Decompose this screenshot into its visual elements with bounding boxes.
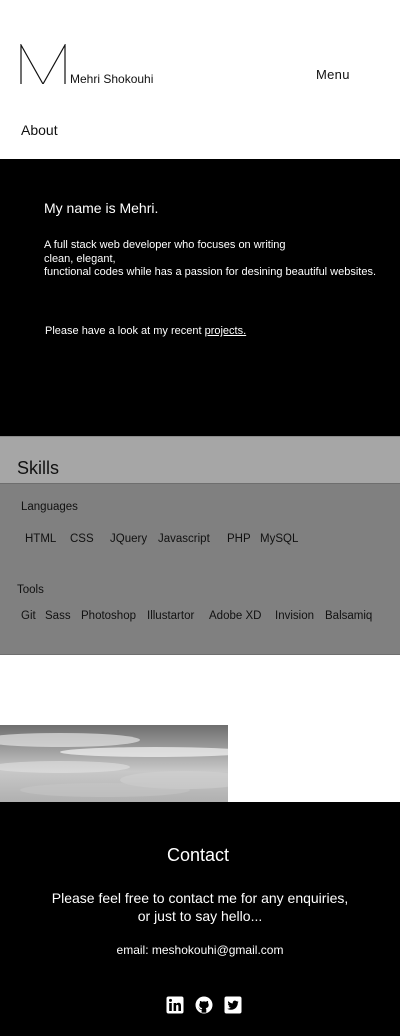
nav-about-link[interactable]: About: [21, 122, 58, 138]
skill-item: HTML: [25, 533, 57, 545]
languages-label: Languages: [21, 501, 78, 513]
intro-greeting: My name is Mehri.: [44, 200, 159, 216]
intro-description-line: A full stack web developer who focuses o…: [44, 239, 286, 251]
contact-message-line: Please feel free to contact me for any e…: [51, 890, 349, 906]
cloud-banner-image: [0, 725, 228, 802]
tool-item: Sass: [45, 610, 71, 622]
tool-item: Photoshop: [81, 610, 136, 622]
intro-cta-text: Please have a look at my recent: [45, 325, 205, 337]
skill-item: CSS: [70, 533, 94, 545]
skill-item: JQuery: [110, 533, 148, 545]
contact-email[interactable]: email: meshokouhi@gmail.com: [0, 943, 400, 957]
twitter-icon[interactable]: [224, 996, 242, 1014]
skill-item: Javascript: [158, 533, 210, 545]
tool-item: Invision: [275, 610, 314, 622]
contact-title: Contact: [166, 845, 230, 865]
skills-body: Languages HTML CSS JQuery Javascript PHP…: [0, 483, 400, 655]
tools-label: Tools: [17, 584, 44, 596]
linkedin-icon[interactable]: [166, 996, 184, 1014]
tool-item: Adobe XD: [209, 610, 262, 622]
contact-message: Please feel free to contact me for any e…: [0, 889, 400, 925]
intro-description: A full stack web developer who focuses o…: [44, 239, 376, 280]
skill-item: MySQL: [260, 533, 299, 545]
skill-item: PHP: [227, 533, 251, 545]
tool-item: Balsamiq: [325, 610, 373, 622]
brand-name[interactable]: Mehri Shokouhi: [70, 72, 153, 86]
contact-section: Contact Please feel free to contact me f…: [0, 802, 400, 1036]
menu-button[interactable]: Menu: [316, 67, 350, 82]
skills-title: Skills: [17, 458, 60, 478]
github-icon[interactable]: [195, 996, 213, 1014]
projects-link[interactable]: projects.: [205, 325, 247, 337]
intro-section: My name is Mehri. A full stack web devel…: [0, 159, 400, 436]
intro-description-line: clean, elegant,: [44, 252, 116, 265]
tool-item: Git: [21, 610, 36, 622]
contact-message-line: or just to say hello...: [137, 908, 263, 924]
intro-cta: Please have a look at my recent projects…: [45, 325, 246, 337]
skills-header: Skills: [0, 436, 400, 484]
logo-icon[interactable]: [20, 44, 66, 84]
tool-item: Illustartor: [147, 610, 195, 622]
intro-description-line: functional codes while has a passion for…: [44, 266, 377, 278]
